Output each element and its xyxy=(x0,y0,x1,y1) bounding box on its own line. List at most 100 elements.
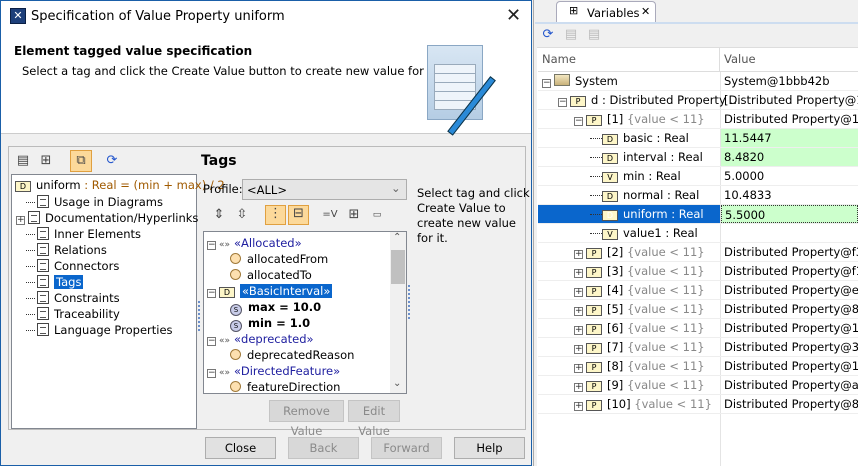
table-row[interactable]: Duniform : Real 5.5000 xyxy=(538,205,858,224)
table-row[interactable]: − System System@1bbb42b xyxy=(538,72,858,91)
value-cell[interactable]: Distributed Property@18… xyxy=(721,357,858,375)
table-row[interactable]: − Pd : Distributed Property … [Distributed… xyxy=(538,91,858,110)
grid-icon[interactable]: ⊞ xyxy=(346,207,362,223)
tree-root[interactable]: Duniform : Real = (min + max) / 2 xyxy=(15,177,225,193)
table-row[interactable]: + P [2] {value < 11} Distributed Property@f… xyxy=(538,243,858,262)
table-row[interactable]: + P [4] {value < 11} Distributed Property@e… xyxy=(538,281,858,300)
table-view-icon[interactable]: ▤ xyxy=(15,153,31,169)
back-button[interactable]: Back xyxy=(288,437,359,459)
import-icon[interactable]: ▤ xyxy=(586,27,602,43)
tag-tree-item[interactable]: − D «BasicInterval» xyxy=(207,283,333,299)
tree-item[interactable]: Language Properties xyxy=(26,322,173,338)
expand-icon[interactable]: + xyxy=(574,402,583,411)
expand-icon[interactable]: + xyxy=(574,250,583,259)
expand-all-icon[interactable]: ⇕ xyxy=(211,207,227,223)
value-cell[interactable]: Distributed Property@8b… xyxy=(721,395,858,413)
profile-select[interactable]: <ALL> ⌄ xyxy=(242,179,407,200)
value-cell[interactable] xyxy=(721,224,858,242)
value-cell[interactable]: Distributed Property@31… xyxy=(721,338,858,356)
collapse-icon[interactable]: − xyxy=(207,241,216,250)
table-row[interactable]: + P [6] {value < 11} Distributed Property@1… xyxy=(538,319,858,338)
collapse-icon[interactable]: − xyxy=(542,79,551,88)
group-tags-icon[interactable]: ⊟ xyxy=(288,205,309,225)
tree-item[interactable]: Tags xyxy=(26,274,84,290)
value-cell[interactable]: Distributed Property@ee… xyxy=(721,281,858,299)
export-icon[interactable]: ▤ xyxy=(563,27,579,43)
scroll-up-icon[interactable]: ⌃ xyxy=(393,232,401,243)
tag-tree-item[interactable]: deprecatedReason xyxy=(230,347,354,363)
splitter-handle[interactable] xyxy=(198,301,200,331)
expand-icon[interactable]: + xyxy=(574,269,583,278)
collapse-icon[interactable]: − xyxy=(574,117,583,126)
tree-item[interactable]: Constraints xyxy=(26,290,120,306)
expand-icon[interactable]: + xyxy=(574,345,583,354)
tag-box-icon[interactable]: ▭ xyxy=(369,207,385,223)
table-row[interactable]: Vmin : Real 5.0000 xyxy=(538,167,858,186)
remove-value-button[interactable]: Remove Value xyxy=(269,400,344,438)
table-row[interactable]: + P [7] {value < 11} Distributed Property@3… xyxy=(538,338,858,357)
refresh-icon[interactable]: ⟳ xyxy=(104,153,120,169)
close-button[interactable]: Close xyxy=(205,437,276,459)
tag-tree-item[interactable]: − «» «Allocated» xyxy=(207,235,302,251)
tag-tree-item[interactable]: − «» «deprecated» xyxy=(207,331,314,347)
value-cell[interactable]: Distributed Property@f36… xyxy=(721,243,858,261)
value-cell[interactable]: Distributed Property@86… xyxy=(721,300,858,318)
value-cell[interactable]: [Distributed Property@1b… xyxy=(721,91,858,109)
table-row[interactable]: + P [10] {value < 11} Distributed Property@… xyxy=(538,395,858,414)
copy-icon[interactable]: ⧉ xyxy=(70,150,92,172)
value-cell[interactable]: 8.4820 xyxy=(721,148,858,166)
table-row[interactable]: + P [8] {value < 11} Distributed Property@1… xyxy=(538,357,858,376)
table-row[interactable]: Vvalue1 : Real xyxy=(538,224,858,243)
tag-tree-item[interactable]: featureDirection xyxy=(230,379,340,393)
tree-item[interactable]: Connectors xyxy=(26,258,119,274)
tree-view-icon[interactable]: ⊞ xyxy=(38,153,54,169)
tree-item[interactable]: Inner Elements xyxy=(26,226,141,242)
collapse-icon[interactable]: − xyxy=(207,369,216,378)
table-row[interactable]: + P [5] {value < 11} Distributed Property@8… xyxy=(538,300,858,319)
table-row[interactable]: Dbasic : Real 11.5447 xyxy=(538,129,858,148)
collapse-icon[interactable]: − xyxy=(207,337,216,346)
table-row[interactable]: − P [1] {value < 11} Distributed Property@1… xyxy=(538,110,858,129)
expand-icon[interactable]: + xyxy=(574,326,583,335)
expand-icon[interactable]: + xyxy=(574,307,583,316)
value-cell[interactable]: 5.5000 xyxy=(721,205,858,223)
value-cell[interactable]: 11.5447 xyxy=(721,129,858,147)
value-cell[interactable]: 10.4833 xyxy=(721,186,858,204)
column-header-value[interactable]: Value xyxy=(720,47,858,72)
close-icon[interactable]: ✕ xyxy=(506,5,521,26)
tag-tree-item[interactable]: Smin = 1.0 xyxy=(230,315,310,332)
expand-icon[interactable]: + xyxy=(574,364,583,373)
value-cell[interactable]: 5.0000 xyxy=(721,167,858,185)
tree-item[interactable]: + Documentation/Hyperlinks xyxy=(16,210,198,226)
tag-tree-item[interactable]: allocatedTo xyxy=(230,267,312,283)
tag-tree-item[interactable]: − «» «DirectedFeature» xyxy=(207,363,340,379)
column-header-name[interactable]: Name xyxy=(538,47,720,72)
forward-button[interactable]: Forward xyxy=(371,437,442,459)
tag-tree-item[interactable]: allocatedFrom xyxy=(230,251,328,267)
value-cell[interactable]: System@1bbb42b xyxy=(721,72,858,90)
tag-tree-item[interactable]: Smax = 10.0 xyxy=(230,299,321,316)
scroll-thumb[interactable] xyxy=(391,250,405,284)
collapse-all-icon[interactable]: ⇳ xyxy=(234,207,250,223)
value-cell[interactable]: Distributed Property@f13… xyxy=(721,262,858,280)
table-row[interactable]: Dnormal : Real 10.4833 xyxy=(538,186,858,205)
show-values-icon[interactable]: =V xyxy=(322,207,338,223)
tree-item[interactable]: Traceability xyxy=(26,306,120,322)
collapse-icon[interactable]: − xyxy=(558,98,567,107)
value-cell[interactable]: Distributed Property@1e… xyxy=(721,319,858,337)
edit-value-button[interactable]: Edit Value xyxy=(348,400,400,438)
scroll-down-icon[interactable]: ⌄ xyxy=(393,378,401,389)
tree-item[interactable]: Relations xyxy=(26,242,107,258)
expand-icon[interactable]: + xyxy=(16,216,25,225)
help-button[interactable]: Help xyxy=(454,437,525,459)
expand-icon[interactable]: + xyxy=(574,288,583,297)
collapse-icon[interactable]: − xyxy=(207,289,216,298)
refresh-icon[interactable]: ⟳ xyxy=(540,27,556,43)
tab-variables[interactable]: ⊞ Variables ✕ xyxy=(556,1,656,23)
table-row[interactable]: Dinterval : Real 8.4820 xyxy=(538,148,858,167)
close-tab-icon[interactable]: ✕ xyxy=(641,5,650,18)
splitter-handle-right[interactable] xyxy=(408,285,410,319)
value-cell[interactable]: Distributed Property@1bf… xyxy=(721,110,858,128)
scrollbar[interactable]: ⌃ ⌄ xyxy=(390,232,406,393)
table-row[interactable]: + P [9] {value < 11} Distributed Property@a… xyxy=(538,376,858,395)
